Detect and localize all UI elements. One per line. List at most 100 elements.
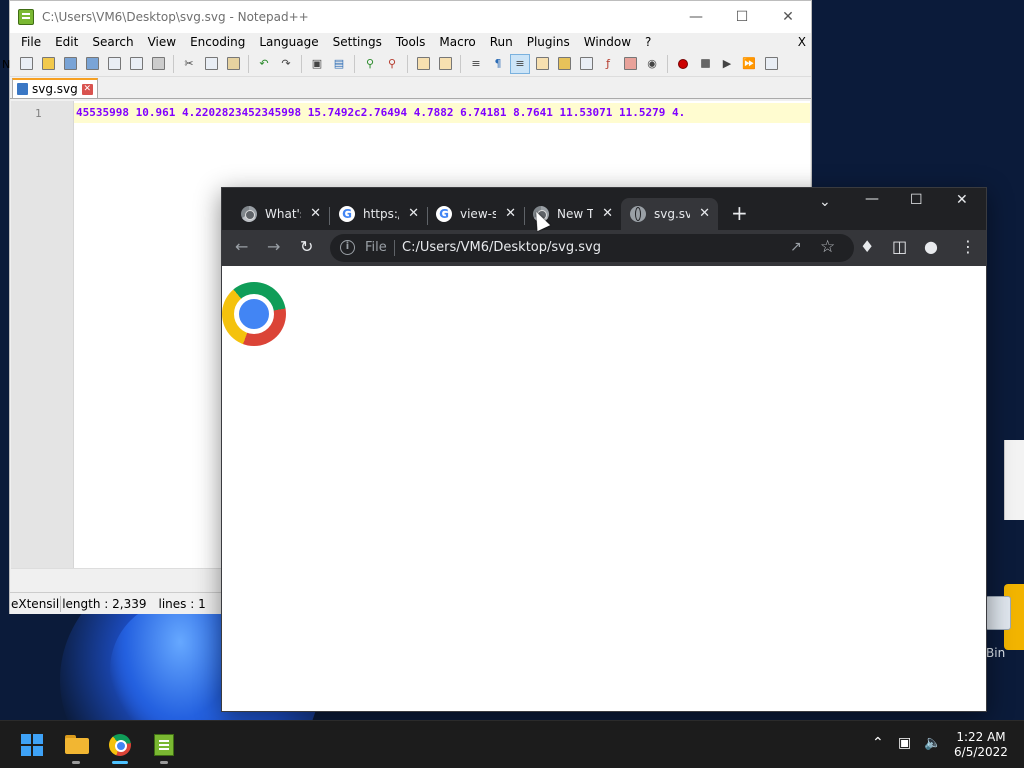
close-all-icon[interactable] bbox=[126, 54, 146, 74]
menu-view[interactable]: View bbox=[141, 35, 183, 49]
file-explorer-icon[interactable] bbox=[61, 729, 93, 761]
doc-list-icon[interactable] bbox=[576, 54, 596, 74]
close-button[interactable]: ✕ bbox=[765, 1, 811, 33]
chrome-page-content[interactable] bbox=[222, 266, 986, 711]
recycle-bin-label: Bin bbox=[986, 646, 1006, 660]
close-file-icon[interactable] bbox=[104, 54, 124, 74]
chrome-tab-0[interactable]: What's ✕ bbox=[232, 198, 329, 230]
profile-avatar-icon[interactable]: ● bbox=[924, 238, 938, 256]
undo-icon[interactable]: ↶ bbox=[254, 54, 274, 74]
network-icon[interactable]: ▣ bbox=[898, 735, 911, 751]
address-divider bbox=[394, 240, 395, 256]
reload-icon[interactable]: ↻ bbox=[300, 238, 313, 256]
notepadpp-taskbar-icon[interactable] bbox=[148, 729, 180, 761]
forward-arrow-icon[interactable]: → bbox=[267, 238, 280, 256]
tab-close-icon[interactable]: ✕ bbox=[310, 206, 321, 221]
menu-help[interactable]: ? bbox=[638, 35, 658, 49]
doc-map-icon[interactable] bbox=[554, 54, 574, 74]
save-icon[interactable] bbox=[60, 54, 80, 74]
notepadpp-tab-svg[interactable]: svg.svg ✕ bbox=[12, 78, 98, 98]
indent-guide-icon[interactable]: ≡ bbox=[510, 53, 530, 74]
minimize-button[interactable]: — bbox=[865, 191, 879, 207]
copy-icon[interactable] bbox=[201, 54, 221, 74]
paste-icon[interactable] bbox=[223, 54, 243, 74]
minimize-button[interactable]: — bbox=[673, 1, 719, 33]
new-tab-icon[interactable]: + bbox=[731, 203, 748, 223]
address-url[interactable]: C:/Users/VM6/Desktop/svg.svg bbox=[402, 240, 601, 255]
close-button[interactable]: ✕ bbox=[956, 192, 968, 208]
chrome-tab-active[interactable]: svg.sv ✕ bbox=[621, 198, 718, 230]
notepadpp-tabbar: svg.svg ✕ bbox=[10, 77, 811, 99]
redo-icon[interactable]: ↷ bbox=[276, 54, 296, 74]
show-hidden-icons-chevron-icon[interactable]: ⌃ bbox=[872, 735, 884, 751]
share-icon[interactable]: ↗ bbox=[790, 239, 802, 255]
tab-close-icon[interactable]: ✕ bbox=[505, 206, 516, 221]
macro-record-icon[interactable] bbox=[673, 54, 693, 74]
maximize-button[interactable]: ☐ bbox=[719, 1, 765, 33]
info-icon[interactable]: i bbox=[340, 240, 355, 255]
maximize-button[interactable]: ☐ bbox=[910, 192, 923, 208]
side-panel-icon[interactable]: ◫ bbox=[892, 238, 907, 256]
menu-tools[interactable]: Tools bbox=[389, 35, 433, 49]
word-wrap-icon[interactable]: ≡ bbox=[466, 54, 486, 74]
menu-language[interactable]: Language bbox=[252, 35, 325, 49]
tab-close-icon[interactable]: ✕ bbox=[602, 206, 613, 221]
sync-horizontal-icon[interactable] bbox=[435, 54, 455, 74]
windows-start-icon[interactable] bbox=[21, 734, 43, 756]
save-all-icon[interactable] bbox=[82, 54, 102, 74]
sync-vertical-icon[interactable] bbox=[413, 54, 433, 74]
address-bar[interactable]: i File C:/Users/VM6/Desktop/svg.svg ↗ ☆ bbox=[330, 234, 854, 262]
menu-file[interactable]: File bbox=[14, 35, 48, 49]
macro-save-icon[interactable] bbox=[761, 54, 781, 74]
system-clock[interactable]: 1:22 AM 6/5/2022 bbox=[950, 730, 1012, 760]
replace-icon[interactable]: ▤ bbox=[329, 54, 349, 74]
chrome-taskbar-icon[interactable] bbox=[104, 729, 136, 761]
macro-stop-icon[interactable] bbox=[695, 54, 715, 74]
chrome-tab-1[interactable]: G https:/ ✕ bbox=[330, 198, 427, 230]
open-file-icon[interactable] bbox=[38, 54, 58, 74]
menu-plugins[interactable]: Plugins bbox=[520, 35, 577, 49]
chrome-tab-2[interactable]: G view-s ✕ bbox=[427, 198, 524, 230]
chrome-window: What's ✕ G https:/ ✕ G view-s ✕ New T ✕ … bbox=[221, 187, 987, 712]
globe-favicon-icon bbox=[630, 206, 646, 222]
macro-play-icon[interactable]: ▶ bbox=[717, 54, 737, 74]
menu-encoding[interactable]: Encoding bbox=[183, 35, 252, 49]
udl-icon[interactable] bbox=[532, 54, 552, 74]
tab-close-icon[interactable]: ✕ bbox=[81, 83, 93, 95]
macro-run-multiple-icon[interactable]: ⏩ bbox=[739, 54, 759, 74]
menu-window[interactable]: Window bbox=[577, 35, 638, 49]
current-line[interactable]: 45535998 10.961 4.2202823452345998 15.74… bbox=[74, 103, 810, 123]
notepadpp-app-icon bbox=[18, 9, 34, 25]
menu-macro[interactable]: Macro bbox=[432, 35, 482, 49]
bookmark-star-icon[interactable]: ☆ bbox=[820, 237, 835, 257]
volume-muted-icon[interactable]: 🔈 bbox=[924, 735, 941, 751]
monitoring-icon[interactable]: ◉ bbox=[642, 54, 662, 74]
show-all-characters-icon[interactable]: ¶ bbox=[488, 54, 508, 74]
back-arrow-icon[interactable]: ← bbox=[235, 238, 248, 256]
toolbar-separator bbox=[173, 54, 174, 73]
notepadpp-title: C:\Users\VM6\Desktop\svg.svg - Notepad++ bbox=[42, 10, 309, 24]
menu-edit[interactable]: Edit bbox=[48, 35, 85, 49]
print-icon[interactable] bbox=[148, 54, 168, 74]
folder-as-workspace-icon[interactable] bbox=[620, 54, 640, 74]
zoom-out-icon[interactable]: ⚲ bbox=[382, 54, 402, 74]
find-icon[interactable]: ▣ bbox=[307, 54, 327, 74]
menu-search[interactable]: Search bbox=[85, 35, 140, 49]
new-file-icon[interactable] bbox=[16, 54, 36, 74]
chrome-tabstrip[interactable]: What's ✕ G https:/ ✕ G view-s ✕ New T ✕ … bbox=[222, 188, 986, 230]
tab-search-icon[interactable]: ⌄ bbox=[819, 194, 831, 210]
function-list-icon[interactable]: ƒ bbox=[598, 54, 618, 74]
toolbar-separator bbox=[248, 54, 249, 73]
zoom-in-icon[interactable]: ⚲ bbox=[360, 54, 380, 74]
close-document-button[interactable]: X bbox=[798, 35, 806, 49]
kebab-menu-icon[interactable]: ⋮ bbox=[960, 238, 976, 256]
menu-run[interactable]: Run bbox=[483, 35, 520, 49]
tab-close-icon[interactable]: ✕ bbox=[699, 206, 710, 221]
menu-settings[interactable]: Settings bbox=[326, 35, 389, 49]
recycle-bin-icon[interactable] bbox=[985, 596, 1011, 630]
tab-label: New T bbox=[557, 207, 593, 221]
cut-icon[interactable]: ✂ bbox=[179, 54, 199, 74]
extensions-puzzle-icon[interactable]: ♦ bbox=[860, 238, 874, 256]
tab-close-icon[interactable]: ✕ bbox=[408, 206, 419, 221]
notepadpp-titlebar[interactable]: C:\Users\VM6\Desktop\svg.svg - Notepad++… bbox=[10, 1, 811, 33]
